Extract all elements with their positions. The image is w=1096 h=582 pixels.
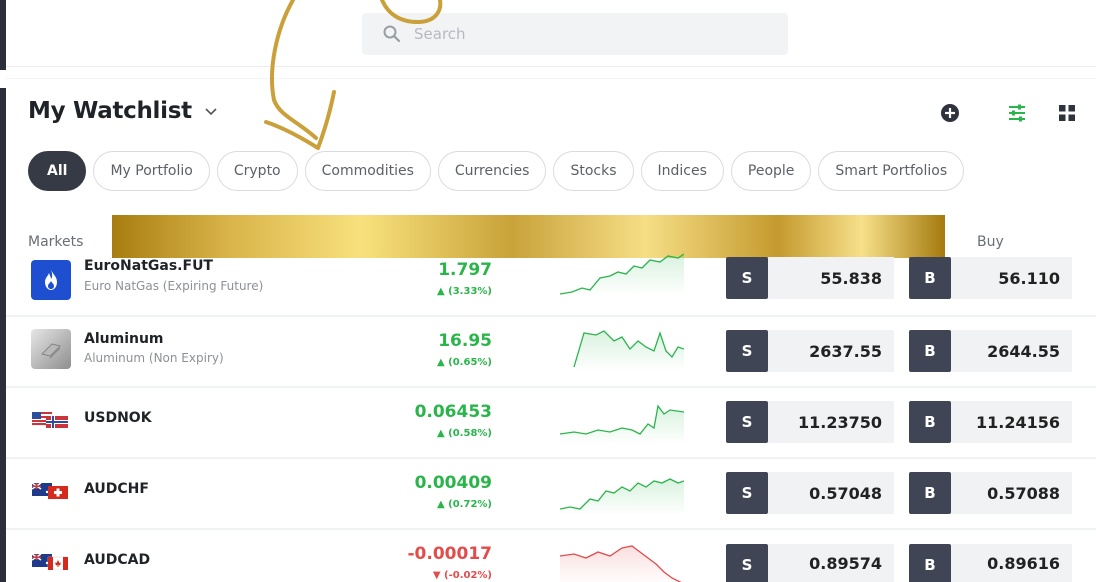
sell-price[interactable]: 2637.55 <box>768 330 894 372</box>
filter-stocks[interactable]: Stocks <box>553 151 634 191</box>
buy-button[interactable]: B <box>909 330 951 372</box>
table-row[interactable]: USDNOK 0.06453 ▲ (0.58%) S 11.23750 B 11… <box>6 388 1096 459</box>
top-divider-2 <box>6 78 1096 79</box>
filter-pills: All My Portfolio Crypto Commodities Curr… <box>28 151 965 191</box>
aud-chf-flags-icon <box>32 483 68 499</box>
asset-description: Aluminum (Non Expiry) <box>84 351 224 365</box>
sell-price[interactable]: 11.23750 <box>768 401 894 443</box>
sell-price[interactable]: 0.89574 <box>768 544 894 582</box>
price-change: 0.00409 <box>414 473 492 493</box>
buy-button[interactable]: B <box>909 472 951 514</box>
sparkline-chart <box>560 478 684 515</box>
buy-button[interactable]: B <box>909 401 951 443</box>
asset-name: Aluminum <box>84 331 164 347</box>
chevron-down-icon <box>205 108 217 116</box>
percent-change: ▲ (3.33%) <box>436 286 492 297</box>
asset-name: USDNOK <box>84 410 152 426</box>
filter-smart-portfolios[interactable]: Smart Portfolios <box>818 151 965 191</box>
table-row[interactable]: AUDCAD -0.00017 ▼ (-0.02%) S 0.89574 B 0… <box>6 530 1096 582</box>
buy-button[interactable]: B <box>909 257 951 299</box>
percent-change: ▲ (0.72%) <box>436 499 492 510</box>
sparkline-chart <box>560 404 684 444</box>
sliders-icon[interactable] <box>1006 102 1028 124</box>
sparkline-chart <box>560 545 682 582</box>
sell-button[interactable]: S <box>726 544 768 582</box>
usd-nok-flags-icon <box>32 412 68 428</box>
sell-button[interactable]: S <box>726 401 768 443</box>
price-change: -0.00017 <box>407 544 493 564</box>
percent-change: ▲ (0.58%) <box>436 428 492 439</box>
asset-name: EuroNatGas.FUT <box>84 258 213 274</box>
buy-price[interactable]: 0.89616 <box>951 544 1072 582</box>
sell-button[interactable]: S <box>726 472 768 514</box>
buy-price[interactable]: 0.57088 <box>951 472 1072 514</box>
percent-change: ▲ (0.65%) <box>436 357 492 368</box>
sell-button[interactable]: S <box>726 330 768 372</box>
search-icon <box>383 25 401 43</box>
filter-my-portfolio[interactable]: My Portfolio <box>93 151 210 191</box>
search-bar[interactable] <box>362 13 788 55</box>
watchlist-selector[interactable]: My Watchlist <box>28 98 218 124</box>
top-divider <box>6 66 1096 67</box>
table-row[interactable]: Aluminum Aluminum (Non Expiry) 16.95 ▲ (… <box>6 317 1096 388</box>
asset-name: AUDCAD <box>84 552 151 568</box>
aluminum-icon <box>31 329 71 369</box>
left-rail-gap <box>0 70 6 88</box>
sell-price[interactable]: 0.57048 <box>768 472 894 514</box>
price-change: 0.06453 <box>414 402 492 422</box>
buy-price[interactable]: 2644.55 <box>951 330 1072 372</box>
filter-all[interactable]: All <box>28 151 87 191</box>
grid-view-icon[interactable] <box>1056 102 1078 124</box>
buy-price[interactable]: 11.24156 <box>951 401 1072 443</box>
asset-description: Euro NatGas (Expiring Future) <box>84 279 264 293</box>
buy-button[interactable]: B <box>909 544 951 582</box>
table-row[interactable]: AUDCHF 0.00409 ▲ (0.72%) S 0.57048 B 0.5… <box>6 459 1096 530</box>
percent-change: ▼ (-0.02%) <box>432 570 492 581</box>
filter-indices[interactable]: Indices <box>640 151 724 191</box>
sparkline-chart <box>560 253 684 296</box>
add-icon[interactable] <box>939 102 961 124</box>
page-title: My Watchlist <box>28 98 192 124</box>
table-row[interactable]: EuroNatGas.FUT Euro NatGas (Expiring Fut… <box>6 246 1096 317</box>
price-change: 16.95 <box>438 331 492 351</box>
aud-cad-flags-icon <box>32 554 68 570</box>
filter-currencies[interactable]: Currencies <box>437 151 547 191</box>
asset-name: AUDCHF <box>84 481 149 497</box>
price-change: 1.797 <box>438 260 492 280</box>
filter-people[interactable]: People <box>730 151 812 191</box>
search-input[interactable] <box>414 25 774 43</box>
filter-commodities[interactable]: Commodities <box>304 151 431 191</box>
filter-crypto[interactable]: Crypto <box>216 151 298 191</box>
flame-icon <box>31 260 71 300</box>
sell-button[interactable]: S <box>726 257 768 299</box>
buy-price[interactable]: 56.110 <box>951 257 1072 299</box>
sell-price[interactable]: 55.838 <box>768 257 894 299</box>
sparkline-chart <box>573 330 684 371</box>
